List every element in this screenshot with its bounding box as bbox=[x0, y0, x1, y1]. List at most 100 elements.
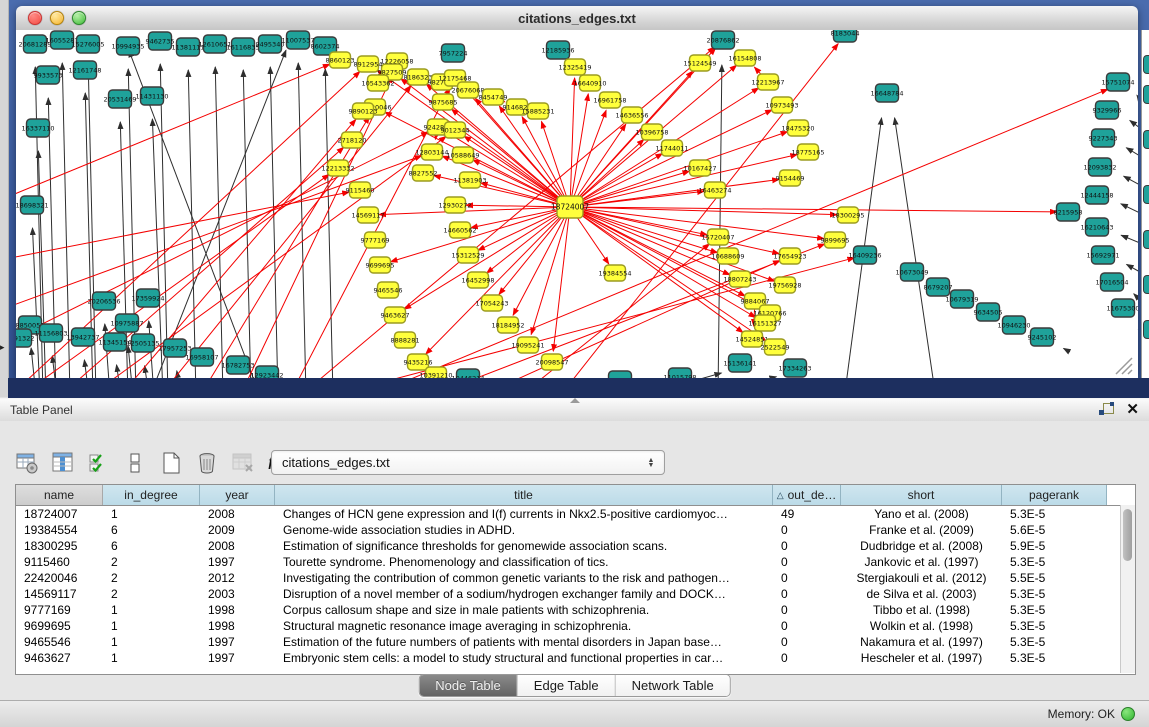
cell-year[interactable]: 2009 bbox=[200, 522, 275, 538]
graph-edge[interactable] bbox=[895, 118, 935, 378]
cell-year[interactable]: 2008 bbox=[200, 506, 275, 522]
memory-status-icon[interactable] bbox=[1121, 707, 1135, 721]
cell-pagerank[interactable]: 5.6E-5 bbox=[1002, 522, 1107, 538]
graph-edge[interactable] bbox=[553, 207, 570, 351]
cell-pagerank[interactable]: 5.9E-5 bbox=[1002, 538, 1107, 554]
cell-title[interactable]: Investigating the contribution of common… bbox=[275, 570, 773, 586]
cell-pagerank[interactable]: 5.3E-5 bbox=[1002, 650, 1107, 666]
cell-out_degree[interactable]: 0 bbox=[773, 618, 841, 634]
window-titlebar[interactable]: citations_edges.txt bbox=[16, 6, 1138, 31]
table-scrollbar[interactable] bbox=[1120, 505, 1135, 673]
graph-edge[interactable] bbox=[32, 228, 40, 378]
graph-edge[interactable] bbox=[570, 78, 575, 207]
cell-title[interactable]: Estimation of significance thresholds fo… bbox=[275, 538, 773, 554]
new-column-icon[interactable] bbox=[158, 450, 184, 476]
cell-title[interactable]: Tourette syndrome. Phenomenology and cla… bbox=[275, 554, 773, 570]
cell-in_degree[interactable]: 2 bbox=[103, 554, 200, 570]
column-header-year[interactable]: year bbox=[200, 485, 275, 505]
graph-edge[interactable] bbox=[1134, 294, 1138, 300]
table-selector-dropdown[interactable]: citations_edges.txt ▲▼ bbox=[271, 450, 665, 475]
cell-short[interactable]: Tibbo et al. (1998) bbox=[841, 602, 1002, 618]
cell-name[interactable]: 18300295 bbox=[16, 538, 103, 554]
cell-year[interactable]: 1998 bbox=[200, 602, 275, 618]
cell-title[interactable]: Embryonic stem cells: a model to study s… bbox=[275, 650, 773, 666]
cell-in_degree[interactable]: 1 bbox=[103, 618, 200, 634]
float-window-icon[interactable] bbox=[1099, 402, 1114, 417]
graph-edge[interactable] bbox=[570, 110, 772, 207]
graph-edge[interactable] bbox=[1127, 264, 1138, 272]
network-canvas[interactable]: 2068128916055287152760051099493594627351… bbox=[16, 30, 1138, 378]
cell-name[interactable]: 14569117 bbox=[16, 586, 103, 602]
cell-year[interactable]: 1997 bbox=[200, 650, 275, 666]
splitter-grip-icon[interactable] bbox=[570, 398, 580, 403]
cell-in_degree[interactable]: 2 bbox=[103, 586, 200, 602]
table-row[interactable]: 911546021997Tourette syndrome. Phenomeno… bbox=[16, 554, 1135, 570]
show-columns-icon[interactable] bbox=[50, 450, 76, 476]
graph-edge[interactable] bbox=[1130, 121, 1138, 128]
column-header-out_degree[interactable]: △out_de… bbox=[773, 485, 841, 505]
column-header-name[interactable]: name bbox=[16, 485, 103, 505]
graph-edge[interactable] bbox=[1137, 95, 1138, 100]
cell-name[interactable]: 18724007 bbox=[16, 506, 103, 522]
graph-edge[interactable] bbox=[150, 50, 286, 378]
table-row[interactable]: 1456911722003Disruption of a novel membe… bbox=[16, 586, 1135, 602]
cell-short[interactable]: Yano et al. (2008) bbox=[841, 506, 1002, 522]
table-mode-icon[interactable] bbox=[14, 450, 40, 476]
column-header-pagerank[interactable]: pagerank bbox=[1002, 485, 1107, 505]
graph-edge[interactable] bbox=[270, 67, 278, 378]
cell-year[interactable]: 1997 bbox=[200, 554, 275, 570]
cell-year[interactable]: 1998 bbox=[200, 618, 275, 634]
graph-edge[interactable] bbox=[16, 71, 360, 378]
delete-table-icon[interactable] bbox=[230, 450, 256, 476]
graph-edge[interactable] bbox=[570, 191, 704, 207]
column-header-in_degree[interactable]: in_degree bbox=[103, 485, 200, 505]
cell-short[interactable]: Stergiakouli et al. (2012) bbox=[841, 570, 1002, 586]
cell-name[interactable]: 19384554 bbox=[16, 522, 103, 538]
cell-name[interactable]: 9699695 bbox=[16, 618, 103, 634]
graph-edge[interactable] bbox=[499, 106, 570, 207]
cell-in_degree[interactable]: 1 bbox=[103, 506, 200, 522]
graph-edge[interactable] bbox=[243, 70, 251, 378]
select-columns-icon[interactable] bbox=[86, 450, 112, 476]
graph-edge[interactable] bbox=[145, 366, 149, 378]
cell-year[interactable]: 2003 bbox=[200, 586, 275, 602]
table-header-row[interactable]: namein_degreeyeartitle△out_de…shortpager… bbox=[16, 485, 1135, 506]
row-height-icon[interactable] bbox=[122, 450, 148, 476]
table-row[interactable]: 977716911998Corpus callosum shape and si… bbox=[16, 602, 1135, 618]
graph-edge[interactable] bbox=[404, 207, 570, 309]
table-row[interactable]: 2242004622012Investigating the contribut… bbox=[16, 570, 1135, 586]
cell-short[interactable]: Franke et al. (2009) bbox=[841, 522, 1002, 538]
cell-title[interactable]: Corpus callosum shape and size in male p… bbox=[275, 602, 773, 618]
cell-pagerank[interactable]: 5.5E-5 bbox=[1002, 570, 1107, 586]
graph-edge[interactable] bbox=[160, 64, 168, 378]
cell-short[interactable]: Dudbridge et al. (2008) bbox=[841, 538, 1002, 554]
graph-edge[interactable] bbox=[215, 67, 223, 378]
cell-pagerank[interactable]: 5.3E-5 bbox=[1002, 618, 1107, 634]
close-panel-icon[interactable]: ✕ bbox=[1126, 402, 1139, 417]
cell-year[interactable]: 1997 bbox=[200, 634, 275, 650]
graph-edge[interactable] bbox=[1126, 148, 1138, 156]
cell-out_degree[interactable]: 0 bbox=[773, 650, 841, 666]
cell-out_degree[interactable]: 0 bbox=[773, 586, 841, 602]
table-row[interactable]: 946554611997Estimation of the future num… bbox=[16, 634, 1135, 650]
cell-in_degree[interactable]: 1 bbox=[103, 650, 200, 666]
graph-edge[interactable] bbox=[200, 116, 369, 378]
cell-short[interactable]: Jankovic et al. (1997) bbox=[841, 554, 1002, 570]
cell-out_degree[interactable]: 0 bbox=[773, 602, 841, 618]
graph-edge[interactable] bbox=[1121, 235, 1138, 243]
cell-title[interactable]: Structural magnetic resonance image aver… bbox=[275, 618, 773, 634]
citation-network-graph[interactable]: 2068128916055287152760051099493594627351… bbox=[16, 30, 1138, 378]
cell-out_degree[interactable]: 49 bbox=[773, 506, 841, 522]
canvas-resize-grip-icon[interactable] bbox=[1114, 356, 1136, 376]
cell-name[interactable]: 9777169 bbox=[16, 602, 103, 618]
cell-in_degree[interactable]: 6 bbox=[103, 538, 200, 554]
cell-out_degree[interactable]: 0 bbox=[773, 538, 841, 554]
cell-pagerank[interactable]: 5.3E-5 bbox=[1002, 506, 1107, 522]
graph-edge[interactable] bbox=[1121, 204, 1138, 213]
graph-edge[interactable] bbox=[447, 133, 570, 207]
cell-name[interactable]: 9465546 bbox=[16, 634, 103, 650]
cell-pagerank[interactable]: 5.3E-5 bbox=[1002, 634, 1107, 650]
cell-short[interactable]: Hescheler et al. (1997) bbox=[841, 650, 1002, 666]
cell-in_degree[interactable]: 1 bbox=[103, 602, 200, 618]
cell-out_degree[interactable]: 0 bbox=[773, 570, 841, 586]
